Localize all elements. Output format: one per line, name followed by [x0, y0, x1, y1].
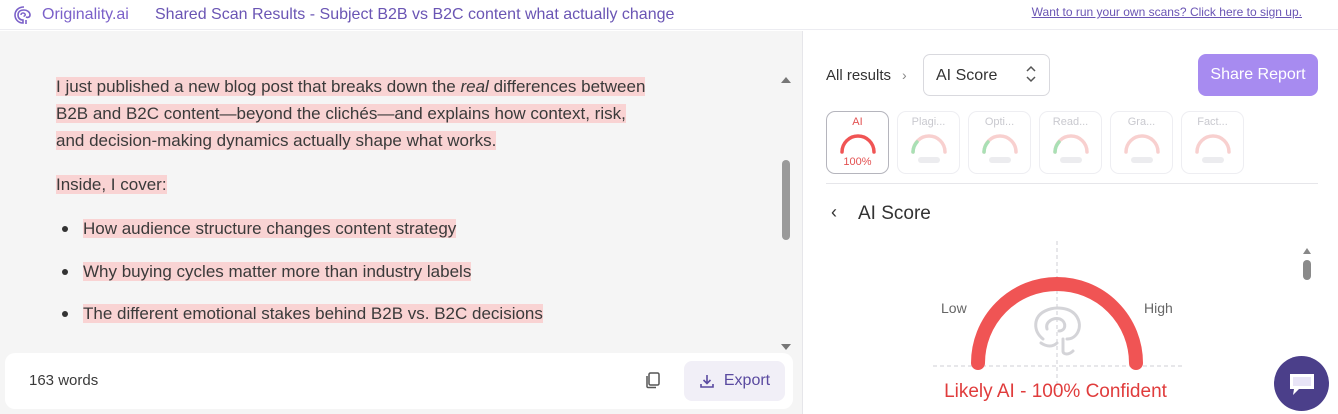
- mini-gauge-icon: [1124, 134, 1160, 154]
- tab-grammar[interactable]: Gra...: [1110, 111, 1173, 174]
- ai-verdict: Likely AI - 100% Confident: [944, 381, 1167, 402]
- scroll-thumb[interactable]: [1303, 260, 1311, 280]
- download-icon: [700, 375, 714, 388]
- tab-label: AI: [852, 116, 863, 128]
- chat-button[interactable]: [1274, 356, 1329, 411]
- scroll-up-arrow[interactable]: [1303, 248, 1311, 254]
- blurred-value: [1202, 157, 1224, 163]
- para1-line3: and decision-making dynamics actually sh…: [56, 131, 497, 150]
- section-divider: [826, 183, 1318, 184]
- scroll-thumb[interactable]: [782, 160, 790, 240]
- brand-logo[interactable]: Originality.ai: [12, 4, 129, 26]
- document-scrollbar[interactable]: [780, 71, 792, 350]
- results-scrollbar[interactable]: [1302, 246, 1314, 286]
- results-panel: All results › AI Score Share Report AI 1…: [803, 31, 1338, 414]
- blurred-value: [989, 157, 1011, 163]
- paragraph-1: I just published a new blog post that br…: [56, 73, 756, 154]
- scroll-up-arrow[interactable]: [781, 77, 791, 83]
- tab-label: Fact...: [1197, 116, 1228, 128]
- para1-end: differences between: [488, 77, 646, 96]
- mini-gauge-icon: [840, 134, 876, 154]
- tab-ai[interactable]: AI 100%: [826, 111, 889, 174]
- blurred-value: [1060, 157, 1082, 163]
- chat-icon: [1289, 373, 1314, 395]
- mini-gauge-icon: [1053, 134, 1089, 154]
- tab-value: 100%: [843, 156, 872, 168]
- copy-button[interactable]: [641, 368, 665, 392]
- tab-fact-check[interactable]: Fact...: [1181, 111, 1244, 174]
- signup-link[interactable]: Want to run your own scans? Click here t…: [1032, 5, 1302, 19]
- blurred-value: [918, 157, 940, 163]
- document-text: I just published a new blog post that br…: [56, 73, 756, 343]
- list-item: Why buying cycles matter more than indus…: [56, 258, 756, 285]
- score-tabs: AI 100% Plagi... Opti... Read... Gra... …: [826, 111, 1244, 174]
- section-title: AI Score: [858, 203, 931, 224]
- score-type-value: AI Score: [936, 67, 998, 84]
- brand-name: Originality.ai: [42, 6, 129, 23]
- para2-text: Inside, I cover:: [56, 175, 167, 194]
- gauge-arc: [971, 277, 1143, 370]
- share-report-button[interactable]: Share Report: [1198, 54, 1318, 96]
- tab-plagiarism[interactable]: Plagi...: [897, 111, 960, 174]
- document-footer: 163 words Export: [5, 353, 793, 409]
- list-item: The different emotional stakes behind B2…: [56, 300, 756, 327]
- mini-gauge-icon: [982, 134, 1018, 154]
- scroll-down-arrow[interactable]: [781, 344, 791, 350]
- tab-label: Read...: [1052, 116, 1089, 128]
- gauge-high-label: High: [1144, 300, 1173, 316]
- chevron-left-icon[interactable]: ‹: [831, 202, 837, 223]
- tab-label: Plagi...: [911, 116, 946, 128]
- copy-icon: [646, 372, 660, 389]
- brain-watermark-icon: [1034, 306, 1081, 356]
- export-button[interactable]: Export: [684, 361, 785, 401]
- para1-start: I just published a new blog post that br…: [56, 77, 461, 96]
- paragraph-2: Inside, I cover:: [56, 171, 756, 198]
- word-count: 163 words: [29, 372, 99, 389]
- tab-label: Gra...: [1127, 116, 1156, 128]
- para1-emphasis: real: [460, 77, 489, 96]
- mini-gauge-icon: [1195, 134, 1231, 154]
- chevron-right-icon: ›: [902, 67, 907, 83]
- page-title: Shared Scan Results - Subject B2B vs B2C…: [155, 6, 675, 23]
- brain-logo-icon: [14, 6, 31, 24]
- list-item: How audience structure changes content s…: [56, 215, 756, 242]
- score-type-select[interactable]: AI Score: [923, 54, 1050, 96]
- bullet-list: How audience structure changes content s…: [56, 215, 756, 327]
- para1-line2: B2B and B2C content—beyond the clichés—a…: [56, 104, 626, 123]
- top-bar: Originality.ai Shared Scan Results - Sub…: [0, 0, 1338, 30]
- tab-label: Opti...: [984, 116, 1015, 128]
- export-label: Export: [723, 372, 771, 389]
- mini-gauge-icon: [911, 134, 947, 154]
- tab-optimization[interactable]: Opti...: [968, 111, 1031, 174]
- breadcrumb-all-results[interactable]: All results: [826, 67, 891, 84]
- tab-readability[interactable]: Read...: [1039, 111, 1102, 174]
- gauge-low-label: Low: [941, 300, 967, 316]
- updown-arrows-icon: [1025, 63, 1037, 88]
- document-panel: I just published a new blog post that br…: [0, 31, 802, 414]
- blurred-value: [1131, 157, 1153, 163]
